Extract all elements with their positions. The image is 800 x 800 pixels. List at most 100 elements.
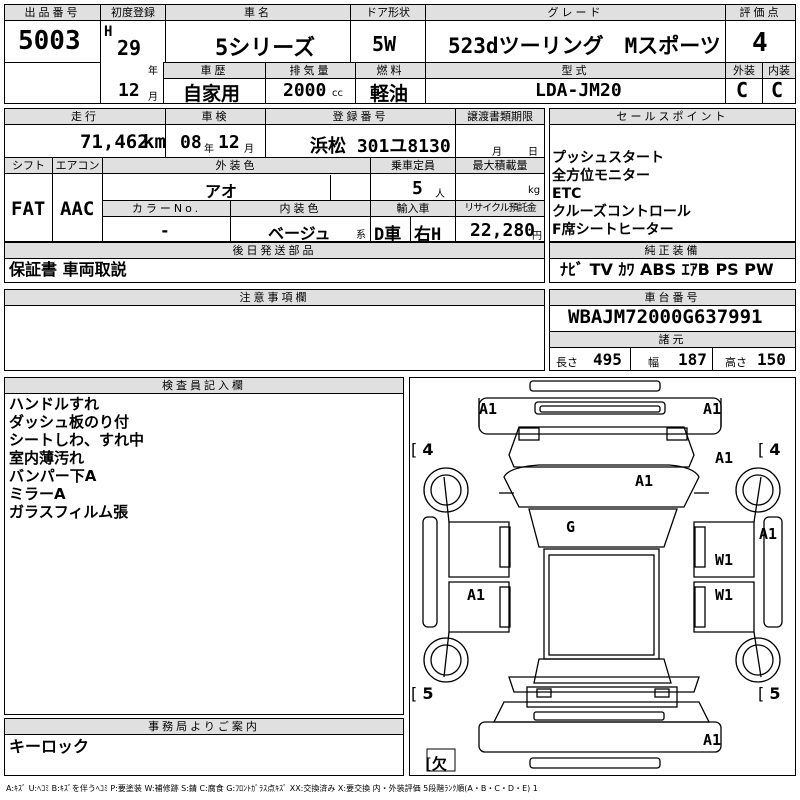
height-label: 高さ [725, 356, 747, 369]
fuel-label: 燃料 [356, 63, 425, 79]
capacity-unit: 人 [435, 189, 445, 200]
int-color-unit: 系 [356, 230, 366, 241]
tire-fr: [ 4 [758, 440, 781, 459]
equipment: ﾅﾋﾞ TV ｶﾜ ABS ｴｱB PS PW [560, 260, 774, 279]
sales-point: プッシュスタート [552, 150, 664, 166]
fuel: 軽油 [370, 83, 409, 105]
spare-tire: [欠 [426, 755, 447, 773]
exterior-grade: C [736, 78, 749, 102]
sales-point: F席シートヒーター [552, 222, 674, 238]
inspector-note: ダッシュ板のり付 [9, 413, 130, 431]
score-label: 評価点 [726, 5, 795, 21]
ext-color: アオ [205, 182, 238, 201]
sales-label: セールスポイント [550, 109, 795, 125]
ext-color-label: 外装色 [103, 158, 370, 174]
era: H [104, 24, 113, 40]
inspection-label: 車検 [166, 109, 265, 125]
year-unit-visible: 年 [148, 66, 158, 77]
vin: WBAJM72000G637991 [568, 306, 763, 328]
inspector-note: ミラーA [9, 485, 66, 503]
plate: 浜松 301ユ8130 [310, 136, 451, 157]
transfer-label: 譲渡書類期限 [456, 109, 544, 125]
load-unit: kg [528, 185, 541, 196]
damage-mark: G [566, 518, 576, 536]
capacity: 5 [412, 178, 423, 199]
month-unit: 月 [148, 92, 158, 103]
spec-label: 諸元 [550, 331, 795, 348]
later-parts-label: 後日発送部品 [5, 243, 544, 259]
int-color-label: 内装色 [231, 201, 370, 217]
height: 150 [757, 350, 786, 369]
damage-mark: A1 [467, 586, 486, 604]
inspector-note: ガラスフィルム張 [9, 503, 129, 521]
later-parts: 保証書 車両取説 [9, 260, 127, 279]
shift-label: シフト [5, 158, 52, 174]
load-label: 最大積載量 [456, 158, 544, 174]
displacement: 2000 [283, 80, 327, 101]
int-color: ベージュ [268, 224, 331, 243]
model-label: 型式 [426, 63, 725, 79]
tire-rl: [ 5 [411, 684, 434, 703]
door-label: ドア形状 [351, 5, 425, 21]
transfer-month: 月 [492, 147, 502, 158]
recycle: 22,280 [470, 220, 536, 241]
length: 495 [593, 350, 622, 369]
recycle-label: リサイクル預託金 [456, 201, 544, 217]
sales-point: 全方位モニター [552, 168, 650, 184]
office-note: キーロック [9, 737, 90, 756]
damage-mark: A1 [703, 400, 722, 418]
damage-mark: A1 [759, 525, 778, 543]
damage-mark: A1 [479, 400, 498, 418]
score: 4 [752, 28, 768, 58]
legend: A:ｷｽﾞ U:ﾍｺﾐ B:ｷｽﾞを伴うﾍｺﾐ P:要塗装 W:補修跡 S:錆 … [6, 784, 538, 793]
interior-label: 内装 [763, 63, 795, 79]
grade: 523dツーリング Mスポーツ [448, 34, 721, 58]
damage-mark: W1 [715, 551, 734, 569]
plate-label: 登録番号 [266, 109, 455, 125]
notes-label: 注意事項欄 [5, 290, 544, 306]
first-reg-label: 初度登録 [101, 5, 165, 21]
width: 187 [678, 350, 707, 369]
sales-point: ETC [552, 186, 582, 202]
sales-point: クルーズコントロール [552, 204, 691, 220]
inspector-note: 室内薄汚れ [9, 449, 85, 467]
capacity-label: 乗車定員 [371, 158, 455, 174]
equipment-label: 純正装備 [550, 243, 795, 259]
car-name-label: 車名 [166, 5, 350, 21]
km-unit: km [143, 131, 166, 153]
mileage: 71,462 [80, 131, 149, 153]
car-name: 5シリーズ [215, 36, 316, 61]
ac-label: エアコン [53, 158, 102, 174]
color-no: - [160, 221, 170, 240]
shift: FAT [11, 198, 46, 220]
grade-label: グレード [426, 5, 725, 21]
inspector-note: ハンドルすれ [9, 395, 100, 413]
year: 29 [117, 36, 142, 60]
insp-month: 12 [218, 132, 240, 153]
model: LDA-JM20 [535, 80, 622, 101]
recycle-unit: 円 [532, 231, 542, 242]
insp-month-unit: 月 [244, 144, 254, 155]
vin-label: 車台番号 [550, 290, 795, 306]
inspector-label: 検査員記入欄 [5, 378, 403, 394]
inspector-note: バンパー下A [9, 467, 97, 485]
transfer-day: 日 [528, 147, 538, 158]
insp-year-unit: 年 [204, 144, 214, 155]
displacement-label: 排気量 [266, 63, 355, 79]
damage-mark: W1 [715, 586, 734, 604]
tire-rr: [ 5 [758, 684, 781, 703]
mileage-label: 走行 [5, 109, 165, 125]
damage-mark: A1 [635, 472, 654, 490]
exterior-label: 外装 [726, 63, 762, 79]
cc-unit: cc [332, 88, 343, 99]
door: 5W [372, 32, 397, 56]
color-no-label: カラーNo. [103, 201, 230, 217]
office-label: 事務局よりご案内 [5, 719, 403, 735]
lot-no: 5003 [18, 26, 81, 56]
interior-grade: C [771, 78, 784, 102]
import-label: 輸入車 [371, 201, 455, 217]
damage-mark: A1 [703, 731, 722, 749]
history: 自家用 [183, 83, 241, 105]
month: 12 [118, 80, 140, 101]
inspector-note: シートしわ、すれ中 [9, 431, 145, 449]
